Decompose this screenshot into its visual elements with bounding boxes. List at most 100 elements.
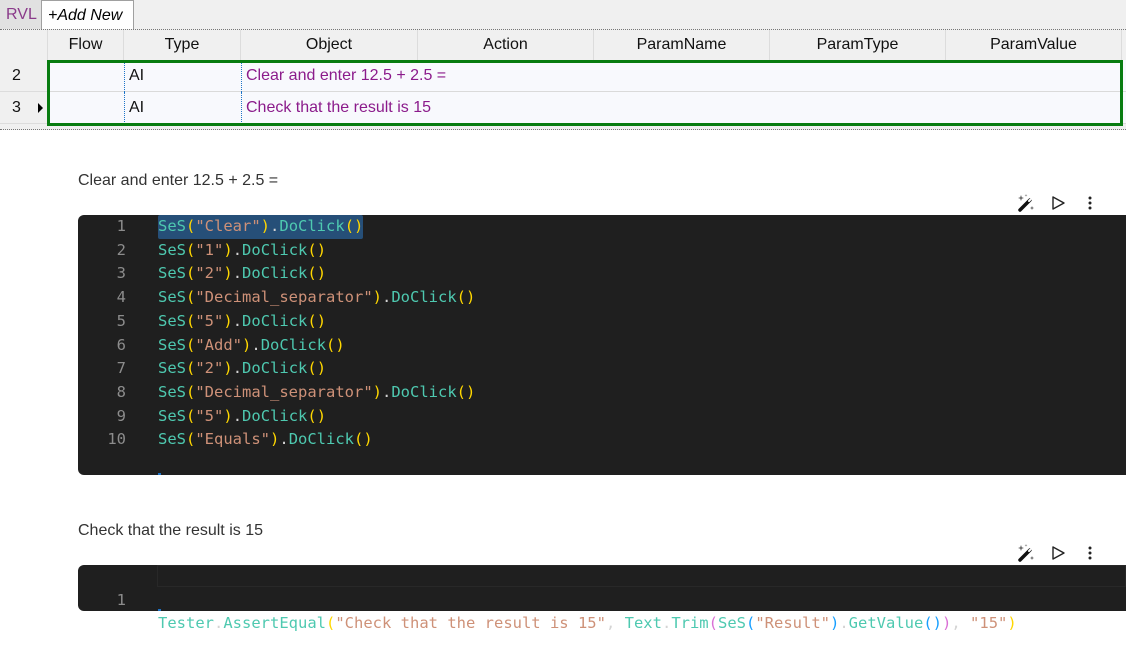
code-editor[interactable]: 1 SeS("Clear").DoClick() 2 SeS("1").DoClick… [78,215,1126,475]
token: ( [708,614,718,633]
token: ( [186,264,196,283]
token: ( [186,240,196,259]
token: ) [363,430,373,449]
cell-flow[interactable] [48,60,124,92]
table-row[interactable]: 2 AI Clear and enter 12.5 + 2.5 = [0,60,1126,92]
column-header-type[interactable]: Type [124,30,241,60]
code-text[interactable]: SeS("5").DoClick() [158,405,326,429]
cell-type[interactable]: AI [124,60,241,92]
token: ( [307,311,317,330]
token: ( [456,382,467,401]
cell-title: Check that the result is 15 [78,522,263,539]
code-text[interactable]: SeS("Equals").DoClick() [158,428,373,452]
token: "Decimal_separator" [195,382,373,401]
token: Trim [671,614,709,633]
token: "1" [195,240,224,259]
token: . [839,614,849,633]
code-text[interactable]: SeS("Decimal_separator").DoClick() [158,286,475,310]
column-header-paramname[interactable]: ParamName [594,30,770,60]
token: DoClick [391,382,457,401]
token: SeS [158,264,186,283]
token: DoClick [279,217,345,235]
token: ( [354,430,364,449]
selected-code-text[interactable]: SeS("Clear").DoClick() [158,215,364,239]
token: DoClick [242,359,308,378]
cell-flow[interactable] [48,92,124,124]
token: DoClick [242,311,308,330]
token: ( [186,430,196,449]
token: ) [223,311,233,330]
row-header-corner[interactable] [0,30,48,60]
token: ) [316,311,327,330]
more-vertical-icon[interactable] [1080,543,1100,563]
token: ) [372,288,382,307]
tab-rvl[interactable]: RVL [0,0,41,29]
code-text[interactable]: SeS("Decimal_separator").DoClick() [158,381,475,405]
line-number: 9 [116,406,126,425]
token: DoClick [242,406,308,425]
column-header-action[interactable]: Action [418,30,594,60]
code-text[interactable]: SeS("Add").DoClick() [158,334,345,358]
token: GetValue [848,614,924,633]
token: ( [326,614,336,633]
token: DoClick [242,240,308,259]
token: ( [186,288,196,307]
magic-wand-icon[interactable] [1016,543,1036,563]
cell-border [1121,60,1123,92]
token: . [232,406,243,425]
magic-wand-icon[interactable] [1016,193,1036,213]
token: Tester [158,614,214,633]
column-header-flow[interactable]: Flow [48,30,124,60]
column-header-object[interactable]: Object [241,30,418,60]
token: ( [326,335,336,354]
column-header-paramvalue[interactable]: ParamValue [946,30,1122,60]
token: ) [335,335,345,354]
token: Text [624,614,662,633]
token: "Add" [195,335,243,354]
cell-object[interactable]: Clear and enter 12.5 + 2.5 = [241,60,1121,92]
token: ) [942,614,952,633]
token: SeS [158,430,186,449]
code-text[interactable]: SeS("2").DoClick() [158,262,326,286]
token: . [251,335,261,354]
token: "2" [195,359,224,378]
line-number: 7 [116,359,126,378]
code-text[interactable]: SeS("1").DoClick() [158,239,326,263]
token: . [232,359,243,378]
play-icon[interactable] [1048,193,1068,213]
token: . [382,382,392,401]
caret-marker [158,609,161,611]
token: ) [829,614,840,633]
cell-object[interactable]: Check that the result is 15 [241,92,1121,124]
more-vertical-icon[interactable] [1080,193,1100,213]
token: SeS [158,288,186,307]
line-number: 1 [116,590,126,609]
token: SeS [158,240,186,259]
token: "Clear" [195,217,261,235]
table-row[interactable]: 3 AI Check that the result is 15 [0,92,1126,124]
token: ) [316,240,327,259]
line-number: 6 [116,335,126,354]
row-number[interactable]: 2 [0,60,48,92]
token: ( [307,264,317,283]
code-line[interactable]: 1 Tester.AssertEqual("Check that the res… [78,565,1126,633]
token: ( [186,217,196,235]
code-text[interactable]: Tester.AssertEqual("Check that the resul… [158,612,1017,636]
token: ) [1007,614,1017,633]
token: AssertEqual [223,614,326,633]
cell-type[interactable]: AI [124,92,241,124]
token: . [232,311,243,330]
add-new-tab-button[interactable]: +Add New [41,0,134,29]
token: SeS [158,359,186,378]
code-text[interactable]: SeS("5").DoClick() [158,310,326,334]
token: ( [745,614,756,633]
steps-grid: Flow Type Object Action ParamName ParamT… [0,30,1126,130]
token: "5" [195,406,224,425]
token: ( [923,614,933,633]
code-editor[interactable]: 1 Tester.AssertEqual("Check that the res… [78,565,1126,633]
column-header-paramtype[interactable]: ParamType [770,30,946,60]
code-text[interactable]: SeS("2").DoClick() [158,357,326,381]
play-icon[interactable] [1048,543,1068,563]
token: ) [372,382,382,401]
token: SeS [717,614,746,633]
